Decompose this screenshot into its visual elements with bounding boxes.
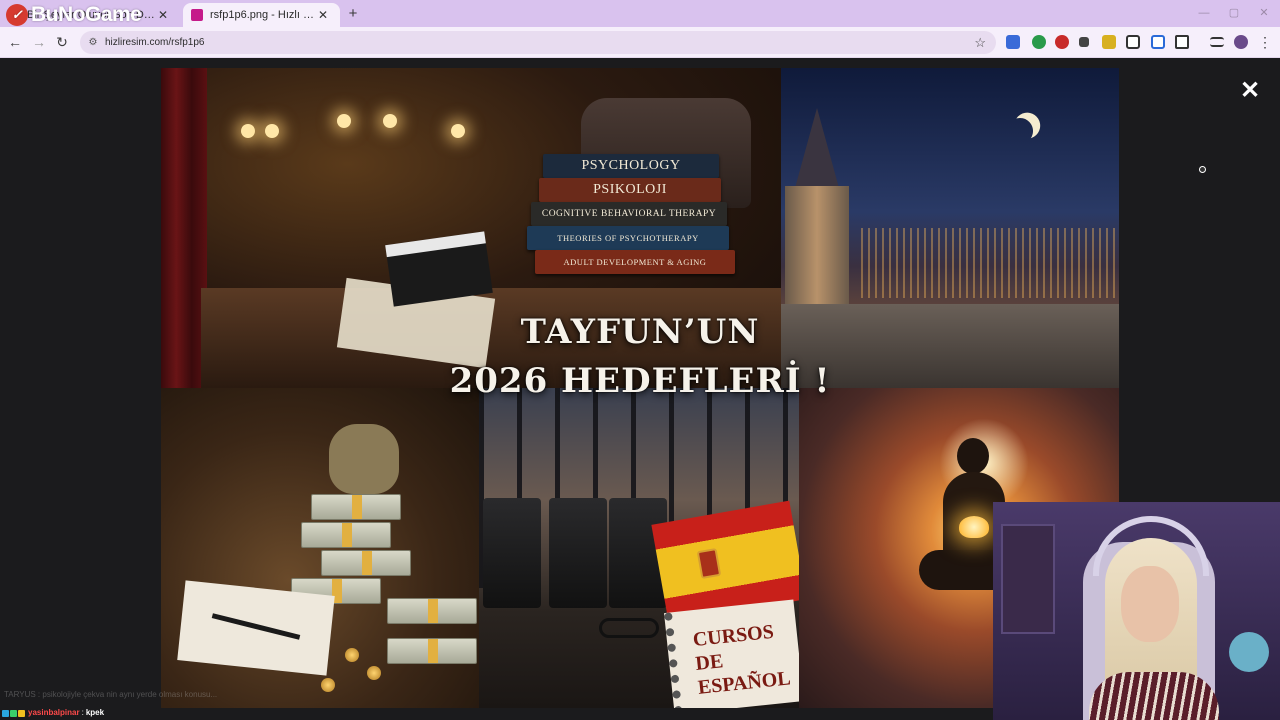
webcam-overlay: [993, 502, 1280, 720]
chat-badge-icon: [18, 709, 25, 717]
forward-icon[interactable]: →: [30, 33, 48, 51]
stage-light: [241, 124, 255, 138]
profile-avatar[interactable]: [1234, 35, 1248, 49]
tab-label: Bir Şeyler Oluyor Son Dakika...: [27, 9, 156, 21]
cash-stack: [321, 550, 411, 576]
background-shelf: [1001, 524, 1055, 634]
bookmark-star-icon[interactable]: ☆: [974, 35, 986, 51]
tab-favicon: [8, 9, 20, 21]
chat-badge-icon: [2, 709, 9, 717]
gold-coin: [321, 678, 335, 692]
chat-badge-icon: [10, 709, 17, 717]
window-close-icon[interactable]: ✕: [1257, 6, 1271, 20]
extension-icon[interactable]: [1055, 35, 1069, 49]
screen: { "browser": { "tabs": [ {"label": "Bir …: [0, 0, 1280, 720]
lightbox-close-icon[interactable]: ✕: [1239, 79, 1261, 103]
book-spine: ADULT DEVELOPMENT & AGING: [535, 250, 735, 274]
tab-label: rsfp1p6.png - Hızlı Resim: [210, 9, 316, 21]
maximize-icon[interactable]: ▢: [1227, 6, 1241, 20]
eyeglasses: [599, 618, 659, 638]
cash-stack: [387, 638, 477, 664]
chat-faded-line: TARYUS : psikolojiyle çekva nin aynı yer…: [4, 690, 218, 699]
chat-text: kpek: [85, 708, 105, 717]
collage-title: TAYFUN’UN 2026 HEDEFLERİ !: [161, 308, 1119, 406]
book-spine: COGNITIVE BEHAVIORAL THERAPY: [531, 202, 727, 226]
tab-active[interactable]: rsfp1p6.png - Hızlı Resim ✕: [183, 3, 340, 27]
extension-icon[interactable]: [1079, 37, 1089, 47]
gold-coin: [367, 666, 381, 680]
mouse-cursor: [1199, 166, 1206, 173]
treadmill: [549, 498, 607, 608]
book-spine: PSIKOLOJI: [539, 178, 721, 202]
chat-separator: :: [81, 708, 84, 717]
extension-icon[interactable]: [1032, 35, 1046, 49]
cash-stack: [301, 522, 391, 548]
chat-overlay: TARYUS : psikolojiyle çekva nin aynı yer…: [0, 690, 320, 718]
stage-light: [383, 114, 397, 128]
book-spine: PSYCHOLOGY: [543, 154, 719, 178]
stage-light: [337, 114, 351, 128]
stage-light: [451, 124, 465, 138]
striped-shirt: [1089, 672, 1219, 720]
spanish-course-notebook: CURSOS DE ESPAÑOL: [664, 599, 799, 708]
chat-message: yasinbalpinar : kpek: [0, 708, 320, 718]
cash-stack: [387, 598, 477, 624]
glowing-lotus: [959, 516, 989, 538]
tab-close-icon[interactable]: ✕: [156, 8, 170, 22]
cash-stack: [311, 494, 401, 520]
collage-title-line1: TAYFUN’UN: [520, 312, 760, 352]
media-control-icon[interactable]: [1210, 37, 1224, 47]
extensions-puzzle-icon[interactable]: [1175, 35, 1189, 49]
menu-kebab-icon[interactable]: ⋮: [1256, 33, 1274, 51]
book-spine: THEORIES OF PSYCHOTHERAPY: [527, 226, 729, 250]
money-panel: [161, 388, 479, 708]
new-tab-button[interactable]: +: [344, 5, 362, 23]
treadmill: [483, 498, 541, 608]
stage-light: [265, 124, 279, 138]
url-text[interactable]: hizliresim.com/rsfp1p6: [105, 37, 974, 48]
extension-icon[interactable]: [1151, 35, 1165, 49]
city-lights: [861, 228, 1119, 298]
streamer-face: [1121, 566, 1179, 642]
tab-inactive[interactable]: Bir Şeyler Oluyor Son Dakika... ✕: [0, 3, 180, 27]
tab-favicon: [191, 9, 203, 21]
tab-strip: Bir Şeyler Oluyor Son Dakika... ✕ rsfp1p…: [0, 0, 1280, 27]
translate-extension-icon[interactable]: [1006, 35, 1020, 49]
back-icon[interactable]: ←: [6, 33, 24, 51]
gym-spanish-panel: CURSOS DE ESPAÑOL: [479, 388, 799, 708]
minimize-icon[interactable]: —: [1197, 6, 1211, 20]
browser-toolbar: ← → ↻ ⚙ hizliresim.com/rsfp1p6 ☆ ⋮: [0, 27, 1280, 58]
plush-toy: [1229, 632, 1269, 672]
tab-close-icon[interactable]: ✕: [316, 8, 330, 22]
address-bar[interactable]: ⚙ hizliresim.com/rsfp1p6 ☆: [80, 31, 996, 54]
collage-title-line2: 2026 HEDEFLERİ !: [449, 361, 831, 401]
crescent-moon: [1005, 116, 1035, 146]
reload-icon[interactable]: ↻: [53, 33, 71, 51]
site-info-icon[interactable]: ⚙: [86, 36, 100, 50]
headset: [1093, 516, 1209, 576]
chat-username: yasinbalpinar: [28, 708, 80, 717]
money-bag: [329, 424, 399, 494]
extension-icon[interactable]: [1102, 35, 1116, 49]
lightbox-image: PSYCHOLOGY PSIKOLOJI COGNITIVE BEHAVIORA…: [161, 68, 1119, 708]
gold-coin: [345, 648, 359, 662]
extension-icon[interactable]: [1126, 35, 1140, 49]
